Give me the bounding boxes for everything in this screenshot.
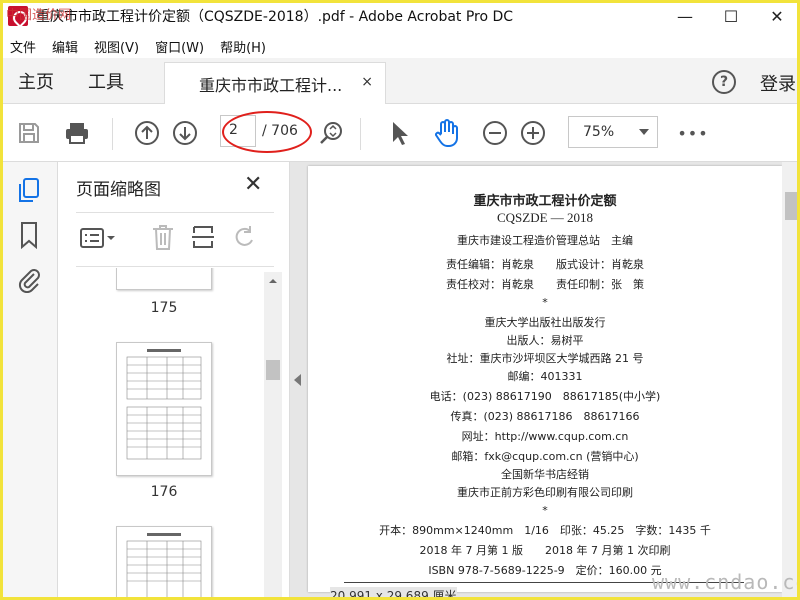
menu-view[interactable]: 视图(V): [94, 37, 139, 56]
window-controls: — ☐ ✕: [662, 0, 800, 32]
corner-logo-watermark: 中国造价网: [6, 8, 72, 23]
rotate-page-icon[interactable]: [230, 222, 260, 252]
zoom-page-icon[interactable]: [316, 118, 346, 148]
credit-line: 责任校对：肖乾泉 责任印制：张 策: [446, 278, 644, 291]
login-link[interactable]: 登录: [760, 70, 796, 96]
menu-window[interactable]: 窗口(W): [155, 37, 204, 56]
close-window-button[interactable]: ✕: [754, 0, 800, 32]
book-title: 重庆市市政工程计价定额: [473, 194, 617, 209]
document-tab-label: 重庆市市政工程计...: [199, 75, 343, 95]
postcode-line: 邮编：401331: [507, 370, 583, 383]
toolbar-separator: [360, 118, 361, 150]
fax-line: 传真：(023) 88617186 88617166: [450, 410, 640, 423]
more-tools-icon[interactable]: •••: [677, 118, 708, 148]
separator-star: *: [542, 504, 548, 517]
editor-line: 重庆市建设工程造价管理总站 主编: [457, 234, 633, 247]
menu-help[interactable]: 帮助(H): [220, 37, 266, 56]
options-menu-icon[interactable]: [78, 224, 118, 252]
menu-bar: 文件 编辑 视图(V) 窗口(W) 帮助(H): [0, 34, 800, 58]
publisher-person: 出版人：易树平: [506, 334, 584, 347]
scrollbar-thumb[interactable]: [785, 192, 797, 220]
attachment-icon[interactable]: [14, 264, 44, 294]
divider: [76, 212, 274, 213]
chevron-down-icon: [639, 129, 649, 135]
thumbnail-page-number: 175: [150, 300, 178, 316]
divider: [76, 266, 274, 267]
distributor-line: 全国新华书店经销: [501, 468, 589, 481]
zoom-select[interactable]: 75%: [568, 116, 658, 148]
website-line: 网址：http://www.cqup.com.cn: [461, 430, 629, 443]
delete-page-icon[interactable]: [148, 222, 178, 252]
thumbnail-page-number: 176: [150, 484, 178, 500]
publisher-line: 重庆大学出版社出版发行: [484, 316, 606, 329]
menu-file[interactable]: 文件: [10, 37, 36, 56]
page-thumbnails-icon[interactable]: [14, 176, 44, 206]
document-scrollbar[interactable]: [782, 162, 800, 600]
page-number-input[interactable]: 2: [220, 115, 256, 147]
format-line: 开本：890mm×1240mm 1/16 印张：45.25 字数：1435 千: [379, 524, 711, 537]
phone-line: 电话：(023) 88617190 88617185(中小学): [429, 390, 661, 403]
email-line: 邮箱：fxk@cqup.com.cn (营销中心): [451, 450, 639, 463]
tab-bar: 主页 工具 重庆市市政工程计... × ? 登录: [0, 58, 800, 104]
address-line: 社址：重庆市沙坪坝区大学城西路 21 号: [446, 352, 644, 365]
close-panel-icon[interactable]: ✕: [244, 172, 262, 197]
thumbnails-panel: 页面缩略图 ✕ 175 176: [58, 162, 290, 600]
page-thumbnail[interactable]: [116, 526, 212, 600]
toolbar-separator: [112, 118, 113, 150]
bookmark-icon[interactable]: [14, 220, 44, 250]
menu-edit[interactable]: 编辑: [52, 37, 78, 56]
page-size-status: 20.991 x 29.689 厘米: [330, 587, 457, 600]
zoom-in-icon[interactable]: [518, 118, 548, 148]
printer-line: 重庆市正前方彩色印刷有限公司印刷: [457, 486, 633, 499]
save-icon[interactable]: [14, 118, 44, 148]
page-total: / 706: [262, 123, 298, 139]
extract-page-icon[interactable]: [188, 222, 218, 252]
zoom-value: 75%: [583, 124, 615, 140]
thumbnail-list: 175 176: [58, 268, 264, 600]
credit-line: 责任编辑：肖乾泉 版式设计：肖乾泉: [446, 258, 644, 271]
collapse-panel-icon[interactable]: [294, 374, 301, 386]
title-bar: 重庆市市政工程计价定额（CQSZDE-2018）.pdf - Adobe Acr…: [0, 0, 800, 32]
book-code: CQSZDE — 2018: [496, 210, 594, 225]
thumbnail-scrollbar[interactable]: [264, 272, 282, 600]
edition-line: 2018 年 7 月第 1 版 2018 年 7 月第 1 次印刷: [419, 544, 671, 557]
navigation-rail: [0, 162, 58, 600]
scrollbar-thumb[interactable]: [266, 360, 280, 380]
select-arrow-icon[interactable]: [384, 118, 414, 148]
print-icon[interactable]: [62, 118, 92, 148]
site-watermark: www.cndao.com: [652, 570, 800, 594]
page-thumbnail[interactable]: [116, 342, 212, 476]
scroll-up-icon: [269, 279, 277, 283]
tab-home[interactable]: 主页: [18, 68, 54, 94]
window-title: 重庆市市政工程计价定额（CQSZDE-2018）.pdf - Adobe Acr…: [36, 9, 514, 25]
tab-tools[interactable]: 工具: [88, 68, 124, 94]
panel-title: 页面缩略图: [76, 180, 161, 200]
next-page-icon[interactable]: [170, 118, 200, 148]
maximize-button[interactable]: ☐: [708, 0, 754, 32]
separator-star: *: [542, 296, 548, 309]
minimize-button[interactable]: —: [662, 0, 708, 32]
hand-tool-icon[interactable]: [430, 116, 464, 150]
zoom-out-icon[interactable]: [480, 118, 510, 148]
close-tab-icon[interactable]: ×: [361, 74, 373, 90]
previous-page-icon[interactable]: [132, 118, 162, 148]
document-viewer: 重庆市市政工程计价定额 CQSZDE — 2018 重庆市建设工程造价管理总站 …: [290, 162, 800, 600]
tab-document[interactable]: 重庆市市政工程计... ×: [164, 62, 386, 104]
page-thumbnail[interactable]: [116, 268, 212, 290]
toolbar: •••: [0, 104, 800, 162]
pdf-page: 重庆市市政工程计价定额 CQSZDE — 2018 重庆市建设工程造价管理总站 …: [308, 166, 782, 592]
help-icon[interactable]: ?: [712, 70, 736, 94]
